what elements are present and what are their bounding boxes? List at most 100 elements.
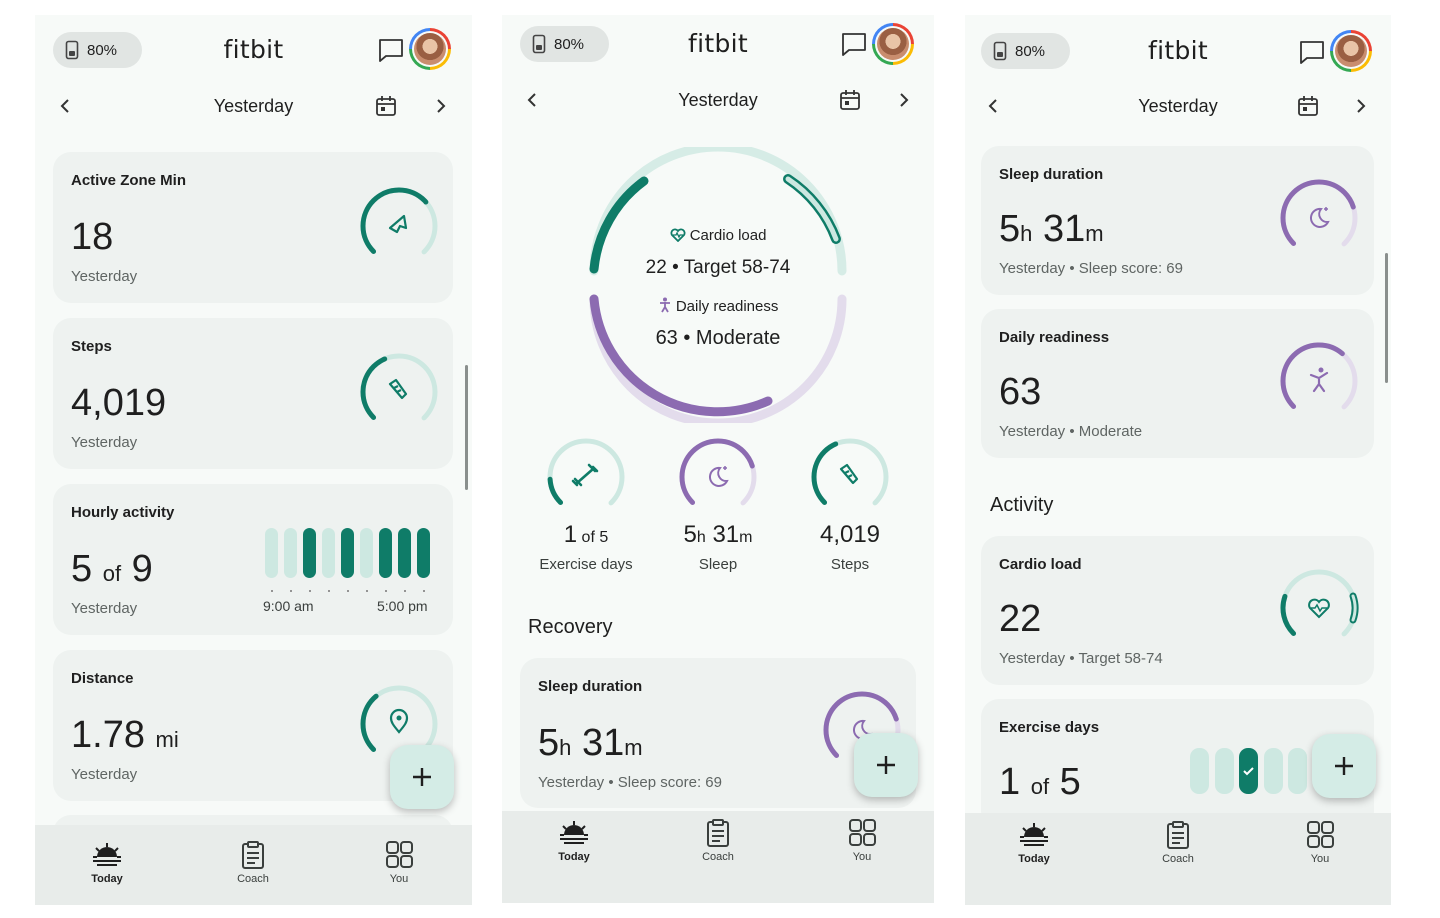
calendar-icon[interactable] [375,95,397,117]
cardio-load-card[interactable]: Cardio load 22 Yesterday • Target 58-74 [981,536,1374,685]
hourly-tick [328,590,330,592]
readiness-label[interactable]: Daily readiness [502,297,934,315]
sleep-label: Sleep [698,556,738,573]
cardio-load-value: 22 • Target 58-74 [645,257,791,278]
hourly-tick [404,590,406,592]
card-value: 22 [999,598,1042,640]
date-navigator: Yesterday [965,87,1391,127]
screen-today-overview: 80% fitbit Yesterday Cardio load 22 • Ta… [502,15,934,903]
overview-ring [589,147,847,423]
add-button[interactable] [390,745,454,809]
chevron-right-icon[interactable] [894,91,912,109]
active-zone-card[interactable]: Active Zone Min 18 Yesterday [53,152,453,303]
readiness-ring [1280,342,1358,420]
person-icon [659,297,670,313]
sun-horizon-icon [93,843,121,866]
steps-mini-ring[interactable] [808,435,892,519]
cardio-load-label[interactable]: Cardio load [502,227,934,244]
clipboard-icon [707,819,729,847]
exercise-day-bar-done [1239,748,1258,794]
shoe-icon [388,378,408,400]
section-activity: Activity [990,494,1054,516]
app-logo: fitbit [688,29,748,58]
card-title: Daily readiness [999,329,1110,346]
exercise-day-bar [1288,748,1307,794]
nav-coach[interactable]: Coach [678,819,758,863]
card-subtitle: Yesterday • Target 58-74 [999,650,1163,667]
sun-horizon-icon [1020,823,1048,846]
card-value: 1.78 mi [71,714,179,756]
card-title: Exercise days [999,719,1100,736]
date-navigator: Yesterday [35,87,472,127]
avatar[interactable] [1330,30,1372,72]
screen-today-metrics: 80% fitbit Yesterday Active Zone Min 18 … [35,15,472,905]
nav-you[interactable]: You [1280,821,1360,865]
steps-card[interactable]: Steps 4,019 Yesterday [53,318,453,469]
messages-icon[interactable] [377,37,405,63]
shoe-icon [839,463,859,485]
hourly-bar [398,528,411,578]
nav-coach[interactable]: Coach [1138,821,1218,865]
date-navigator: Yesterday [502,81,934,121]
cardio-ring [1280,569,1359,647]
card-title: Steps [71,338,112,355]
sleep-mini-ring[interactable] [676,435,760,519]
calendar-icon[interactable] [1297,95,1319,117]
sleep-duration-card[interactable]: Sleep duration 5h 31m Yesterday • Sleep … [981,146,1374,295]
card-subtitle: Yesterday • Moderate [999,423,1143,440]
add-button[interactable] [854,733,918,797]
nav-you[interactable]: You [822,819,902,863]
hourly-bar [341,528,354,578]
nav-today[interactable]: Today [534,819,614,863]
card-value: 63 [999,371,1042,413]
hourly-tick [271,590,273,592]
sun-horizon-icon [560,821,588,844]
date-label: Yesterday [213,96,294,116]
top-bar: 80% fitbit [35,15,472,85]
calendar-icon[interactable] [839,89,861,111]
chevron-right-icon[interactable] [431,97,449,115]
grid-icon [386,841,413,868]
avatar[interactable] [409,28,451,70]
scrollbar[interactable] [465,365,468,490]
exercise-days-label: Exercise days [539,556,633,573]
hourly-tick [366,590,368,592]
scrollbar[interactable] [1385,253,1388,383]
grid-icon [849,819,876,846]
clipboard-icon [1167,821,1189,849]
grid-icon [1307,821,1334,848]
plus-icon [1335,757,1353,775]
card-title: Sleep duration [999,166,1104,183]
hourly-end-label: 5:00 pm [377,598,428,614]
hourly-bar [322,528,335,578]
sleep-ring [1280,179,1358,257]
readiness-value: 63 • Moderate [655,327,781,349]
moon-icon [1309,207,1330,228]
card-subtitle: Yesterday • Sleep score: 69 [999,260,1183,277]
messages-icon[interactable] [1298,39,1326,65]
dumbbell-icon [571,463,599,487]
add-button[interactable] [1312,734,1376,798]
plus-icon [877,756,895,774]
clipboard-icon [242,841,264,869]
hourly-activity-card[interactable]: Hourly activity 5 of 9 Yesterday 9:00 am… [53,484,453,635]
exercise-day-bar [1214,748,1234,794]
app-logo: fitbit [1148,36,1208,65]
chevron-right-icon[interactable] [1351,97,1369,115]
nav-you[interactable]: You [359,841,439,885]
avatar[interactable] [872,23,914,65]
card-value: 5 of 9 [71,548,153,590]
nav-today[interactable]: Today [994,821,1074,865]
exercise-day-bar [1263,748,1283,794]
daily-readiness-card[interactable]: Daily readiness 63 Yesterday • Moderate [981,309,1374,458]
nav-coach[interactable]: Coach [213,841,293,885]
card-subtitle: Yesterday [71,600,138,617]
exercise-day-bar [1190,748,1209,794]
nav-today[interactable]: Today [67,841,147,885]
card-value: 1 of 5 [999,761,1081,803]
date-label: Yesterday [1138,96,1218,116]
exercise-mini-ring[interactable] [544,435,628,519]
messages-icon[interactable] [840,31,868,57]
card-title: Cardio load [999,556,1082,573]
screen-today-detail: 80% fitbit Yesterday Sleep duration 5h 3… [965,15,1391,905]
